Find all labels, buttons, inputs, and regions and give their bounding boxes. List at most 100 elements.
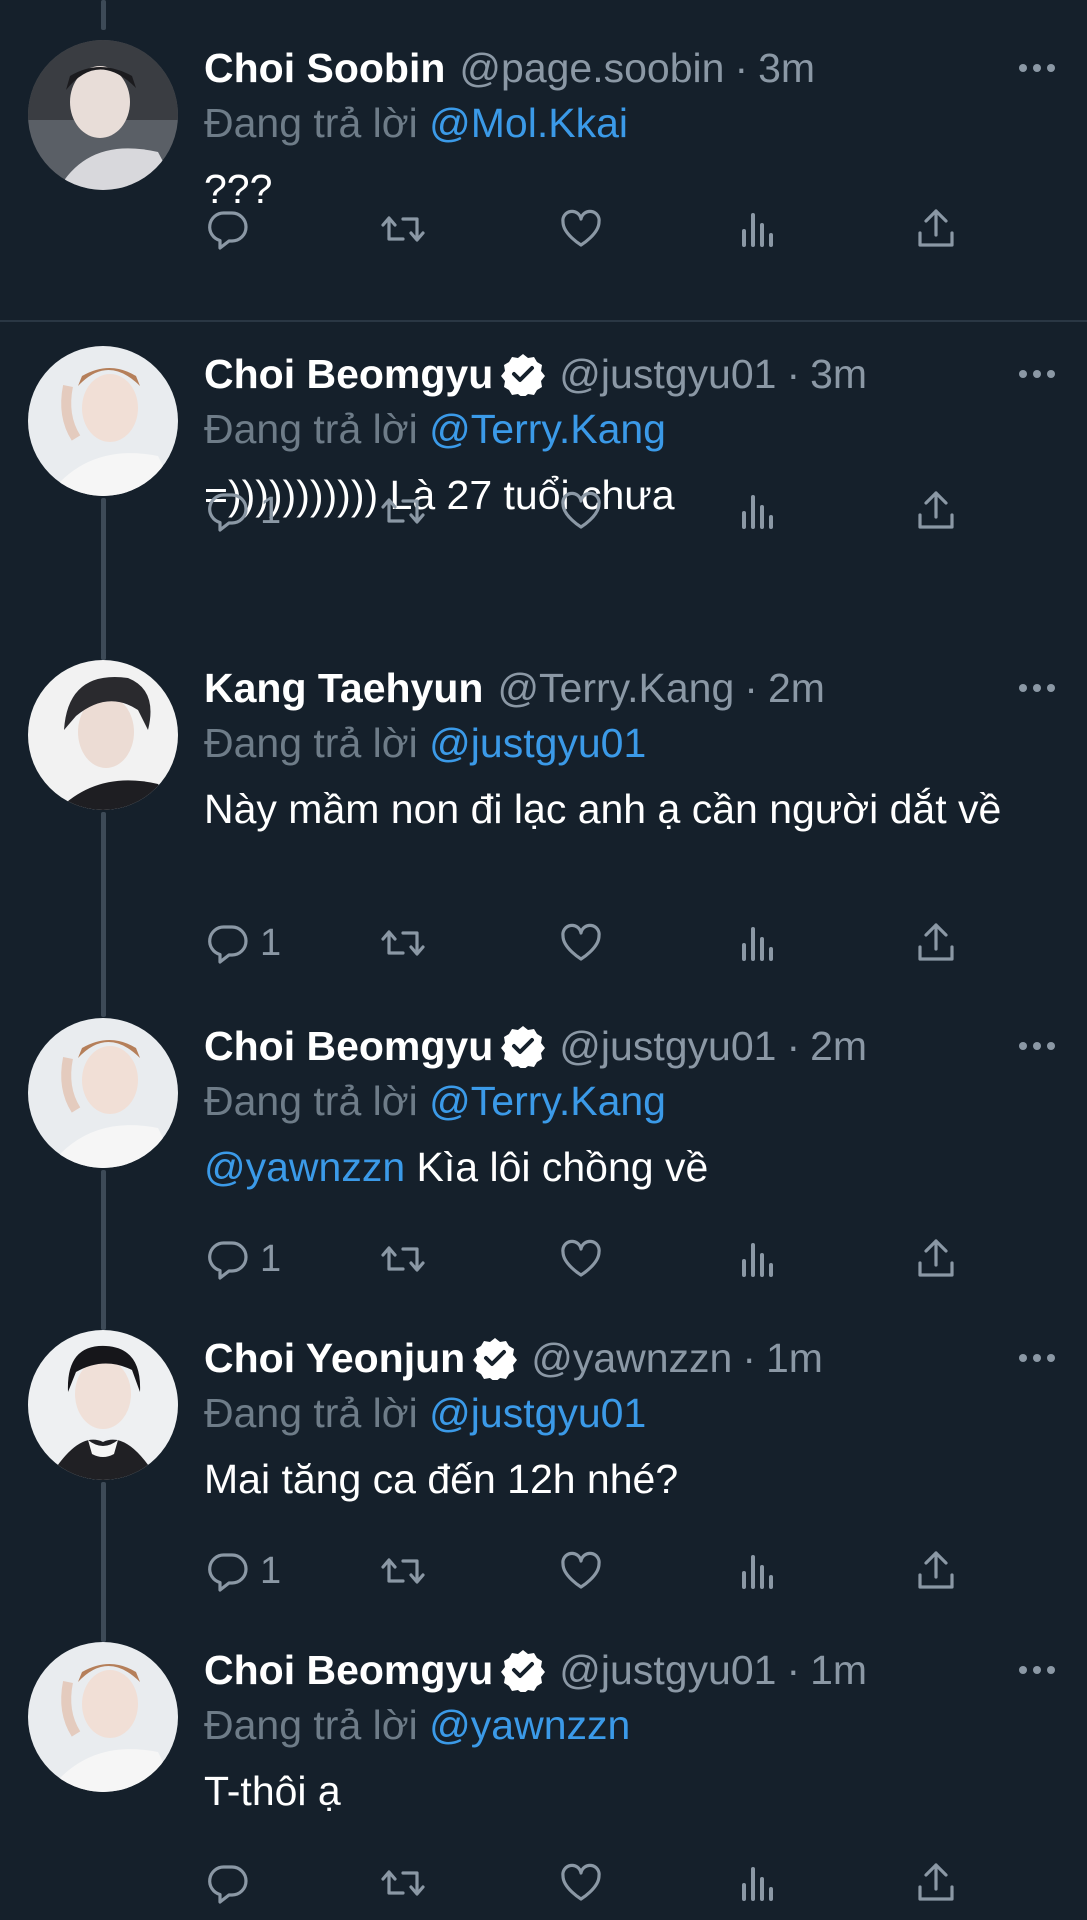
replying-to-mention[interactable]: @Mol.Kkai <box>429 100 628 146</box>
like-button[interactable] <box>557 918 605 968</box>
display-name[interactable]: Kang Taehyun <box>204 665 483 712</box>
views-button[interactable] <box>734 1858 782 1908</box>
reply-count: 1 <box>260 1549 282 1592</box>
tweet-text: Mai tăng ca đến 12h nhé? <box>204 1454 1034 1504</box>
avatar[interactable] <box>28 1330 178 1480</box>
thread-line <box>101 1482 106 1642</box>
handle[interactable]: @justgyu01 <box>559 351 776 398</box>
replying-to-mention[interactable]: @Terry.Kang <box>429 406 666 452</box>
views-icon <box>742 927 773 961</box>
separator: · <box>742 1334 756 1381</box>
timestamp[interactable]: 2m <box>810 1023 867 1070</box>
share-button[interactable] <box>912 918 960 968</box>
verified-badge-icon <box>501 352 546 398</box>
share-button[interactable] <box>912 1234 960 1284</box>
like-icon <box>561 1239 601 1277</box>
display-name[interactable]: Choi Beomgyu <box>204 1023 493 1070</box>
share-button[interactable] <box>912 1858 960 1908</box>
replying-to-mention[interactable]: @justgyu01 <box>429 720 646 766</box>
retweet-icon <box>381 1870 425 1896</box>
views-button[interactable] <box>734 1546 782 1596</box>
share-button[interactable] <box>912 486 960 536</box>
views-button[interactable] <box>734 1234 782 1284</box>
like-button[interactable] <box>557 1546 605 1596</box>
like-icon <box>561 923 601 961</box>
reply-count: 1 <box>260 489 282 532</box>
share-icon <box>918 1551 954 1589</box>
timestamp[interactable]: 3m <box>758 45 815 92</box>
replying-to-mention[interactable]: @yawnzzn <box>429 1702 630 1748</box>
retweet-icon <box>381 1246 425 1272</box>
tweet-mention[interactable]: @yawnzzn <box>204 1144 405 1190</box>
verified-badge-icon <box>473 1336 518 1382</box>
like-button[interactable] <box>557 204 605 254</box>
reply-icon <box>208 1553 248 1592</box>
more-icon[interactable] <box>1015 352 1059 396</box>
reply-button[interactable]: 1 <box>204 918 281 968</box>
handle[interactable]: @Terry.Kang <box>497 665 734 712</box>
handle[interactable]: @justgyu01 <box>559 1647 776 1694</box>
separator: · <box>786 350 801 397</box>
thread-line-top <box>101 0 106 30</box>
replying-to-mention[interactable]: @Terry.Kang <box>429 1078 666 1124</box>
reply-count: 1 <box>260 921 282 964</box>
replying-to: Đang trả lời @Terry.Kang <box>204 1078 666 1125</box>
like-button[interactable] <box>557 1234 605 1284</box>
views-button[interactable] <box>734 486 782 536</box>
timestamp[interactable]: 1m <box>810 1647 867 1694</box>
replying-prefix: Đang trả lời <box>204 1702 418 1748</box>
views-button[interactable] <box>734 918 782 968</box>
tweet-text-content: Mai tăng ca đến 12h nhé? <box>204 1456 679 1502</box>
timestamp[interactable]: 1m <box>766 1335 823 1382</box>
separator: · <box>786 1022 801 1069</box>
avatar[interactable] <box>28 1018 178 1168</box>
display-name[interactable]: Choi Soobin <box>204 45 445 92</box>
timestamp[interactable]: 2m <box>768 665 825 712</box>
share-icon <box>918 1239 954 1277</box>
replying-to-mention[interactable]: @justgyu01 <box>429 1390 646 1436</box>
more-icon[interactable] <box>1015 1648 1059 1692</box>
more-icon[interactable] <box>1015 666 1059 710</box>
handle[interactable]: @yawnzzn <box>531 1335 732 1382</box>
avatar[interactable] <box>28 40 178 190</box>
retweet-button[interactable] <box>379 1234 427 1284</box>
reply-icon <box>208 1241 248 1280</box>
more-icon[interactable] <box>1015 1024 1059 1068</box>
replying-prefix: Đang trả lời <box>204 1078 418 1124</box>
reply-button[interactable]: 1 <box>204 1234 281 1284</box>
avatar[interactable] <box>28 1642 178 1792</box>
retweet-button[interactable] <box>379 1858 427 1908</box>
more-icon[interactable] <box>1015 1336 1059 1380</box>
retweet-button[interactable] <box>379 486 427 536</box>
retweet-button[interactable] <box>379 1546 427 1596</box>
display-name[interactable]: Choi Yeonjun <box>204 1335 465 1382</box>
like-button[interactable] <box>557 486 605 536</box>
avatar[interactable] <box>28 346 178 496</box>
timestamp[interactable]: 3m <box>810 351 867 398</box>
like-button[interactable] <box>557 1858 605 1908</box>
share-button[interactable] <box>912 204 960 254</box>
tweet-text: @yawnzzn Kìa lôi chồng về <box>204 1142 1034 1192</box>
reply-button[interactable]: 1 <box>204 486 281 536</box>
thread-line <box>101 812 106 1017</box>
display-name[interactable]: Choi Beomgyu <box>204 351 493 398</box>
handle[interactable]: @justgyu01 <box>559 1023 776 1070</box>
more-icon[interactable] <box>1015 46 1059 90</box>
handle[interactable]: @page.soobin <box>459 45 724 92</box>
thread-line <box>101 498 106 660</box>
display-name[interactable]: Choi Beomgyu <box>204 1647 493 1694</box>
reply-button[interactable] <box>204 204 260 254</box>
retweet-button[interactable] <box>379 204 427 254</box>
reply-button[interactable]: 1 <box>204 1546 281 1596</box>
reply-button[interactable] <box>204 1858 260 1908</box>
verified-badge-icon <box>501 1024 546 1070</box>
retweet-button[interactable] <box>379 918 427 968</box>
replying-to: Đang trả lời @yawnzzn <box>204 1702 630 1749</box>
views-icon <box>742 495 773 529</box>
reply-count: 1 <box>260 1237 282 1280</box>
views-button[interactable] <box>734 204 782 254</box>
avatar[interactable] <box>28 660 178 810</box>
verified-badge-icon <box>501 1648 546 1694</box>
replying-to: Đang trả lời @Terry.Kang <box>204 406 666 453</box>
share-button[interactable] <box>912 1546 960 1596</box>
